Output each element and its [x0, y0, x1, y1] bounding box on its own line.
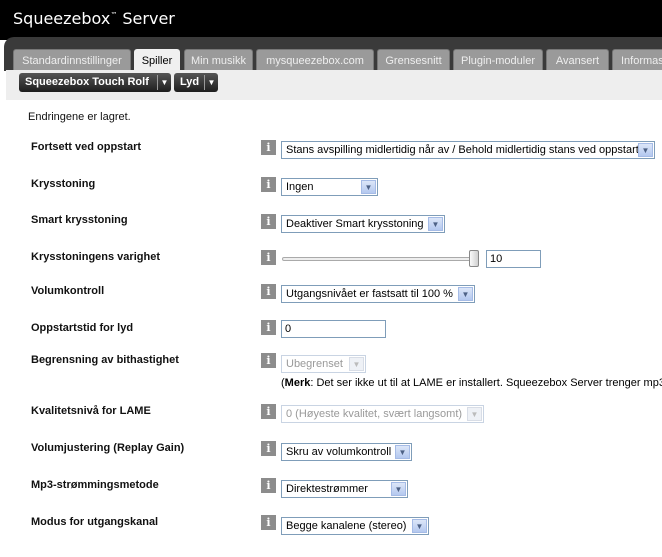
info-icon[interactable]: i [261, 177, 276, 192]
chevron-down-icon: ▼ [349, 357, 364, 371]
info-icon[interactable]: i [261, 478, 276, 493]
label-lame: Kvalitetsnivå for LAME [31, 405, 151, 417]
chevron-down-icon: ▼ [361, 180, 376, 194]
tab-spiller[interactable]: Spiller [134, 49, 180, 71]
status-message: Endringene er lagret. [28, 111, 131, 123]
duration-slider-track[interactable] [282, 257, 479, 261]
tab-grensesnitt[interactable]: Grensesnitt [377, 49, 450, 71]
lame-note: (Merk: Det ser ikke ut til at LAME er in… [281, 377, 662, 389]
player-select[interactable]: Squeezebox Touch Rolf ▼ [19, 73, 171, 92]
section-select[interactable]: Lyd ▼ [174, 73, 218, 92]
tab-standardinnstillinger[interactable]: Standardinnstillinger [13, 49, 131, 71]
chevron-down-icon: ▼ [391, 482, 406, 496]
tab-avansert[interactable]: Avansert [546, 49, 609, 71]
info-icon[interactable]: i [261, 320, 276, 335]
chevron-down-icon: ▼ [467, 407, 482, 421]
header-bar: Squeezebox™ Server [0, 0, 662, 40]
chevron-down-icon: ▼ [204, 75, 218, 90]
chevron-down-icon: ▼ [157, 75, 171, 90]
chevron-down-icon: ▼ [412, 519, 427, 533]
chevron-down-icon: ▼ [458, 287, 473, 301]
replay-gain-select[interactable]: Skru av volumkontroll ▼ [281, 443, 412, 461]
info-icon[interactable]: i [261, 515, 276, 530]
label-bitrate: Begrensning av bithastighet [31, 354, 179, 366]
startup-select[interactable]: Stans avspilling midlertidig når av / Be… [281, 141, 655, 159]
startup-delay-input[interactable]: 0 [281, 320, 386, 338]
label-crossfade-duration: Krysstoningens varighet [31, 251, 160, 263]
app-title: Squeezebox™ Server [13, 9, 175, 28]
output-channel-select[interactable]: Begge kanalene (stereo) ▼ [281, 517, 429, 535]
lame-select[interactable]: 0 (Høyeste kvalitet, svært langsomt) ▼ [281, 405, 484, 423]
tab-informasjon[interactable]: Informasjon [612, 49, 662, 71]
info-icon[interactable]: i [261, 140, 276, 155]
chevron-down-icon: ▼ [638, 143, 653, 157]
smart-crossfade-select[interactable]: Deaktiver Smart krysstoning ▼ [281, 215, 445, 233]
label-output-channel: Modus for utgangskanal [31, 516, 159, 528]
label-crossfade: Krysstoning [31, 178, 96, 190]
info-icon[interactable]: i [261, 404, 276, 419]
info-icon[interactable]: i [261, 353, 276, 368]
bitrate-select[interactable]: Ubegrenset ▼ [281, 355, 366, 373]
label-mp3-stream: Mp3-strømmingsmetode [31, 479, 159, 491]
label-replay-gain: Volumjustering (Replay Gain) [31, 442, 185, 454]
info-icon[interactable]: i [261, 284, 276, 299]
crossfade-select[interactable]: Ingen ▼ [281, 178, 378, 196]
volume-select[interactable]: Utgangsnivået er fastsatt til 100 % ▼ [281, 285, 475, 303]
label-startup-delay: Oppstartstid for lyd [31, 322, 134, 334]
tab-plugin-moduler[interactable]: Plugin-moduler [453, 49, 543, 71]
info-icon[interactable]: i [261, 214, 276, 229]
info-icon[interactable]: i [261, 441, 276, 456]
chevron-down-icon: ▼ [428, 217, 443, 231]
label-volume: Volumkontroll [31, 285, 105, 297]
info-icon[interactable]: i [261, 250, 276, 265]
duration-slider-handle[interactable] [469, 250, 479, 267]
label-smart-crossfade: Smart krysstoning [31, 214, 128, 226]
chevron-down-icon: ▼ [395, 445, 410, 459]
tab-min-musikk[interactable]: Min musikk [184, 49, 253, 71]
tab-mysqueezebox[interactable]: mysqueezebox.com [256, 49, 374, 71]
label-startup: Fortsett ved oppstart [31, 141, 142, 153]
duration-input[interactable]: 10 [486, 250, 541, 268]
mp3-stream-select[interactable]: Direktestrømmer ▼ [281, 480, 408, 498]
